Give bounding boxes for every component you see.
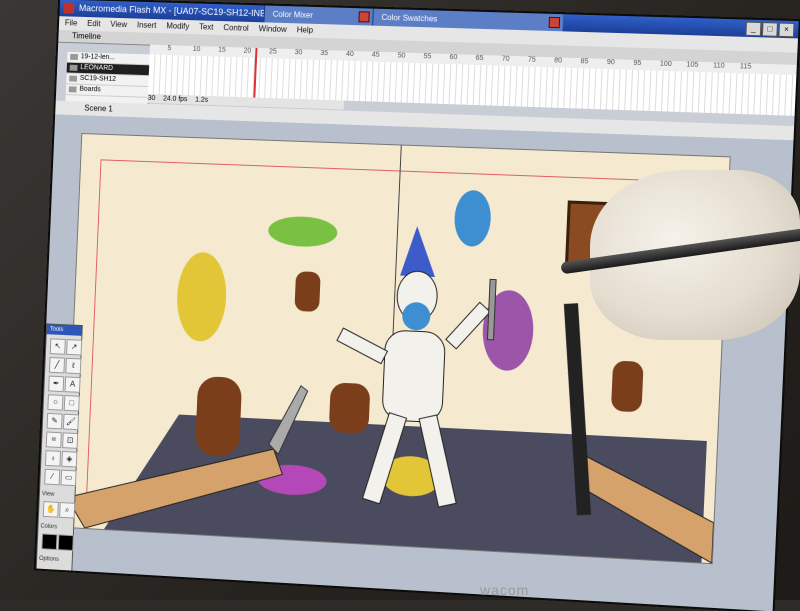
- ruler-tick-label: 35: [320, 49, 329, 58]
- tools-options-label: Options: [38, 555, 60, 563]
- current-frame: 30: [147, 94, 156, 103]
- close-icon[interactable]: [358, 11, 370, 23]
- wall-hole: [194, 375, 243, 458]
- paint-bucket-icon[interactable]: ◈: [61, 450, 78, 468]
- menu-help[interactable]: Help: [297, 25, 314, 34]
- flash-app-icon: [63, 2, 75, 14]
- close-icon[interactable]: [548, 16, 561, 29]
- ruler-tick-label: 10: [192, 45, 201, 54]
- arrow-icon[interactable]: ↖: [49, 338, 66, 355]
- lasso-icon[interactable]: ℓ: [65, 357, 82, 375]
- minimize-button[interactable]: _: [745, 21, 762, 37]
- brush-icon[interactable]: 🖌: [62, 413, 79, 431]
- folder-icon: [68, 86, 77, 93]
- scene-label[interactable]: Scene 1: [84, 104, 113, 114]
- wall-hole: [610, 360, 644, 413]
- ruler-tick-label: 15: [217, 46, 226, 54]
- ruler-tick-label: 100: [659, 60, 672, 69]
- ruler-tick-label: 45: [371, 51, 380, 59]
- paint-splat: [453, 189, 492, 248]
- wall-hole: [294, 271, 321, 312]
- ruler-tick-label: 55: [423, 53, 432, 61]
- color-mixer-label: Color Mixer: [272, 9, 314, 20]
- layer-item[interactable]: Boards: [65, 84, 149, 98]
- menu-control[interactable]: Control: [223, 23, 249, 33]
- ruler-tick-label: 115: [739, 63, 752, 71]
- stroke-color-swatch[interactable]: [41, 533, 58, 551]
- ruler-tick-label: 105: [686, 61, 699, 69]
- subselect-icon[interactable]: ↗: [66, 339, 83, 356]
- elapsed-time: 1.2s: [194, 96, 209, 104]
- text-icon[interactable]: A: [64, 376, 81, 393]
- frame-rate: 24.0 fps: [162, 95, 188, 104]
- ruler-tick-label: 65: [475, 54, 484, 63]
- layer-name: LEONARD: [80, 64, 114, 73]
- ruler-tick-label: 50: [397, 52, 406, 60]
- layer-name: SC19-SH12: [79, 74, 117, 83]
- ink-bottle-icon[interactable]: ♁: [44, 450, 62, 467]
- ruler-tick-label: 110: [712, 62, 725, 70]
- menu-insert[interactable]: Insert: [137, 20, 157, 29]
- fill-transform-icon[interactable]: ⊡: [62, 432, 79, 449]
- layer-name: 19-12-len...: [80, 53, 116, 62]
- ruler-tick-label: 30: [294, 49, 303, 57]
- ruler-tick-label: 70: [501, 55, 510, 63]
- oval-icon[interactable]: ○: [47, 394, 64, 411]
- layer-icon: [70, 53, 79, 61]
- wacom-logo: wacom: [480, 582, 530, 598]
- zoom-icon[interactable]: ⌕: [59, 502, 76, 519]
- timeline-title: Timeline: [71, 31, 102, 42]
- ruler-tick-label: 25: [268, 48, 277, 56]
- pen-icon[interactable]: ✒: [48, 375, 65, 393]
- wall-hole: [328, 382, 371, 435]
- layer-name: Boards: [79, 85, 101, 94]
- line-icon[interactable]: ╱: [48, 356, 66, 374]
- ruler-tick-label: 5: [167, 45, 172, 53]
- ruler-tick-label: 85: [580, 58, 589, 66]
- rect-icon[interactable]: □: [63, 395, 80, 412]
- eraser-icon[interactable]: ▭: [60, 469, 77, 487]
- color-swatches-label: Color Swatches: [381, 12, 438, 24]
- eyedropper-icon[interactable]: ⁄: [44, 468, 61, 486]
- arm-with-knife: [65, 375, 307, 540]
- paint-splat: [175, 251, 228, 343]
- tools-colors-label: Colors: [40, 523, 58, 531]
- paint-splat: [267, 215, 338, 248]
- menu-file[interactable]: File: [65, 18, 78, 27]
- layer-icon: [69, 64, 78, 71]
- ruler-tick-label: 20: [243, 47, 252, 55]
- close-button[interactable]: ×: [778, 22, 795, 38]
- menu-modify[interactable]: Modify: [166, 21, 189, 31]
- transform-icon[interactable]: ⌗: [45, 431, 62, 448]
- layer-icon: [69, 75, 78, 82]
- menu-window[interactable]: Window: [259, 24, 287, 34]
- menu-text[interactable]: Text: [199, 22, 214, 31]
- window-title: Macromedia Flash MX - [UA07-SC19-SH12-IN…: [78, 2, 281, 19]
- ruler-tick-label: 40: [345, 50, 354, 58]
- ruler-tick-label: 80: [554, 57, 563, 65]
- layer-list: 19-12-len... LEONARD SC19-SH12 Boards: [65, 51, 151, 104]
- ruler-tick-label: 95: [633, 59, 642, 68]
- arm-with-baton: [563, 303, 723, 564]
- ruler-tick-label: 60: [449, 54, 458, 62]
- ruler-tick-label: 90: [606, 58, 615, 67]
- pencil-icon[interactable]: ✎: [46, 412, 63, 430]
- hand-icon[interactable]: ✋: [42, 501, 59, 518]
- fill-color-swatch[interactable]: [57, 534, 74, 551]
- menu-view[interactable]: View: [110, 20, 127, 29]
- ruler-tick-label: 75: [527, 56, 536, 64]
- menu-edit[interactable]: Edit: [87, 19, 101, 28]
- maximize-button[interactable]: □: [761, 22, 778, 37]
